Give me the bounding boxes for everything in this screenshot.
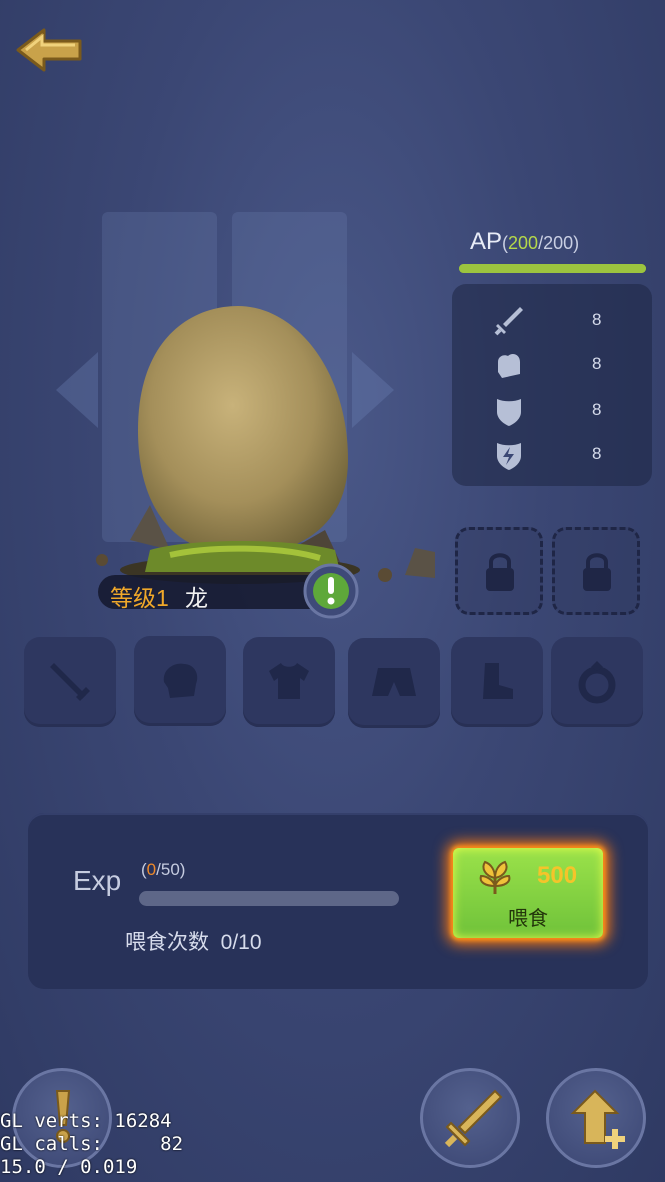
battle-button[interactable] bbox=[420, 1068, 520, 1168]
ap-current: 200 bbox=[508, 233, 539, 253]
lightning-shield-icon bbox=[497, 443, 521, 470]
exp-panel: Exp (0/50) 喂食次数 0/10 500 喂食 bbox=[28, 813, 648, 989]
exp-current: 0 bbox=[146, 860, 157, 879]
equip-slot-gloves[interactable] bbox=[134, 636, 226, 726]
stat-value: 8 bbox=[592, 310, 602, 329]
fist-icon bbox=[498, 354, 520, 378]
shirt-icon bbox=[269, 663, 309, 699]
locked-slot-2[interactable] bbox=[552, 527, 640, 615]
ap-bar-fill bbox=[459, 264, 646, 273]
ap-label: AP(200/200) bbox=[470, 228, 579, 256]
shield-icon bbox=[497, 399, 521, 426]
back-button[interactable] bbox=[14, 26, 86, 76]
exp-count: (0/50) bbox=[141, 860, 185, 880]
stat-value: 8 bbox=[592, 400, 602, 419]
upgrade-button[interactable] bbox=[546, 1068, 646, 1168]
debug-line-2: GL calls: 82 bbox=[0, 1133, 184, 1155]
stats-panel: 8 8 8 8 bbox=[452, 284, 652, 486]
exp-label: Exp bbox=[73, 865, 122, 896]
debug-overlay: GL verts: 16284 GL calls: 82 15.0 / 0.019 bbox=[0, 1110, 183, 1179]
debug-line-3: 15.0 / 0.019 bbox=[0, 1156, 138, 1178]
glove-icon bbox=[163, 663, 198, 698]
feed-count-value: 0/10 bbox=[220, 931, 262, 954]
ap-bar bbox=[459, 264, 646, 273]
feed-cost: 500 bbox=[537, 862, 578, 889]
stat-row-attack: 8 bbox=[452, 300, 652, 340]
sword-icon bbox=[444, 1089, 503, 1148]
exp-bar bbox=[139, 891, 399, 906]
shorts-icon bbox=[372, 668, 416, 696]
boot-icon bbox=[483, 663, 513, 699]
equip-slot-armor[interactable] bbox=[243, 637, 335, 727]
ring-icon bbox=[578, 661, 616, 704]
feed-count: 喂食次数 0/10 bbox=[125, 926, 262, 956]
equip-slot-boots[interactable] bbox=[451, 637, 543, 727]
feed-button-label: 喂食 bbox=[508, 908, 548, 930]
ap-close-paren: ) bbox=[573, 233, 580, 253]
stat-row-magic-defense: 8 bbox=[452, 434, 652, 474]
stat-value: 8 bbox=[592, 444, 602, 463]
feed-count-label: 喂食次数 bbox=[125, 931, 209, 954]
equip-slot-weapon[interactable] bbox=[24, 637, 116, 727]
upgrade-arrow-icon bbox=[570, 1089, 625, 1149]
exp-max: 50 bbox=[160, 860, 180, 879]
back-arrow-icon bbox=[16, 28, 82, 72]
pet-name: 龙 bbox=[185, 585, 208, 611]
ap-max: 200 bbox=[543, 233, 574, 253]
exclamation-icon bbox=[303, 563, 359, 619]
stat-row-power: 8 bbox=[452, 344, 652, 384]
locked-slot-1[interactable] bbox=[455, 527, 543, 615]
equip-slot-ring[interactable] bbox=[551, 637, 643, 727]
exp-close-paren: ) bbox=[179, 860, 186, 879]
feed-button[interactable]: 500 喂食 bbox=[453, 848, 603, 938]
pet-level: 等级1 bbox=[110, 585, 169, 611]
debug-line-1: GL verts: 16284 bbox=[0, 1110, 172, 1132]
lock-icon bbox=[583, 553, 611, 591]
sword-icon bbox=[494, 307, 523, 336]
stat-row-defense: 8 bbox=[452, 390, 652, 430]
egg-model[interactable] bbox=[90, 300, 440, 590]
leaf-icon bbox=[479, 860, 511, 894]
sword-icon bbox=[50, 663, 90, 701]
lock-icon bbox=[486, 553, 514, 591]
pet-info-button[interactable] bbox=[303, 563, 359, 619]
stat-value: 8 bbox=[592, 354, 602, 373]
equip-slot-pants[interactable] bbox=[348, 638, 440, 728]
ap-title: AP bbox=[470, 228, 503, 255]
